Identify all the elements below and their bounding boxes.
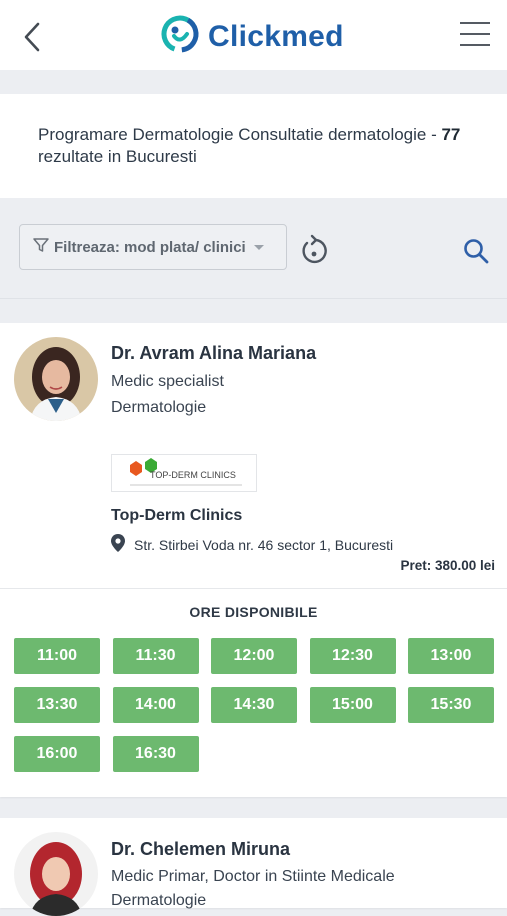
results-count: 77 <box>441 125 461 144</box>
price: Pret: 380.00 lei <box>400 558 495 573</box>
time-slot-button[interactable]: 14:30 <box>211 687 297 723</box>
top-header: Clickmed <box>0 0 507 70</box>
clickmed-logo[interactable]: Clickmed <box>160 14 344 59</box>
doctor-card: Dr. Avram Alina Mariana Medic specialist… <box>0 323 507 797</box>
time-slot-button[interactable]: 12:00 <box>211 638 297 674</box>
filter-label: Filtreaza: mod plata/ clinici <box>54 238 246 256</box>
time-slot-button[interactable]: 15:00 <box>309 687 396 723</box>
clinic-address: Str. Stirbei Voda nr. 46 sector 1, Bucur… <box>111 534 393 555</box>
reset-icon[interactable] <box>298 234 330 268</box>
time-slot-button[interactable]: 14:00 <box>112 687 199 723</box>
clinic-name[interactable]: Top-Derm Clinics <box>111 507 242 525</box>
doctor-title: Medic Primar, Doctor in Stiinte Medicale <box>111 868 395 885</box>
results-summary-text: Programare Dermatologie Consultatie derm… <box>38 124 478 168</box>
chevron-down-icon <box>253 244 264 250</box>
time-slot-button[interactable]: 12:30 <box>309 638 396 674</box>
clinic-logo-text: TOP-DERM CLINICS <box>150 470 236 480</box>
filter-dropdown[interactable]: Filtreaza: mod plata/ clinici <box>19 224 287 270</box>
filter-bar: Filtreaza: mod plata/ clinici <box>0 198 507 299</box>
doctor-card: Dr. Chelemen Miruna Medic Primar, Doctor… <box>0 818 507 916</box>
search-icon[interactable] <box>462 237 490 265</box>
doctor-avatar[interactable] <box>14 337 98 421</box>
results-summary: Programare Dermatologie Consultatie derm… <box>0 94 507 198</box>
doctor-name[interactable]: Dr. Chelemen Miruna <box>111 839 290 860</box>
available-slots-title: ORE DISPONIBILE <box>189 604 318 620</box>
clinic-logo: TOP-DERM CLINICS <box>111 454 257 492</box>
doctor-title: Medic specialist <box>111 373 224 390</box>
doctor-name[interactable]: Dr. Avram Alina Mariana <box>111 343 316 364</box>
divider <box>0 588 507 589</box>
time-slot-button[interactable]: 15:30 <box>408 687 494 723</box>
location-pin-icon <box>111 534 125 555</box>
time-slot-button[interactable]: 11:30 <box>112 638 199 674</box>
doctor-specialty: Dermatologie <box>111 399 207 416</box>
logo-icon <box>160 14 200 59</box>
logo-text: Clickmed <box>208 19 344 53</box>
time-slot-button[interactable]: 11:00 <box>14 638 100 674</box>
time-slot-button[interactable]: 16:30 <box>112 736 199 772</box>
time-slot-button[interactable]: 13:00 <box>408 638 494 674</box>
filter-funnel-icon <box>32 236 50 259</box>
time-slot-button[interactable]: 13:30 <box>14 687 100 723</box>
summary-suffix: rezultate in Bucuresti <box>38 147 197 166</box>
doctor-specialty: Dermatologie <box>111 892 207 909</box>
time-slot-button[interactable]: 16:00 <box>14 736 100 772</box>
summary-prefix: Programare Dermatologie Consultatie derm… <box>38 125 442 144</box>
clinic-address-text: Str. Stirbei Voda nr. 46 sector 1, Bucur… <box>134 536 394 553</box>
doctor-avatar[interactable] <box>14 832 98 916</box>
back-arrow-icon[interactable] <box>18 20 48 54</box>
hamburger-menu-icon[interactable] <box>460 22 490 52</box>
